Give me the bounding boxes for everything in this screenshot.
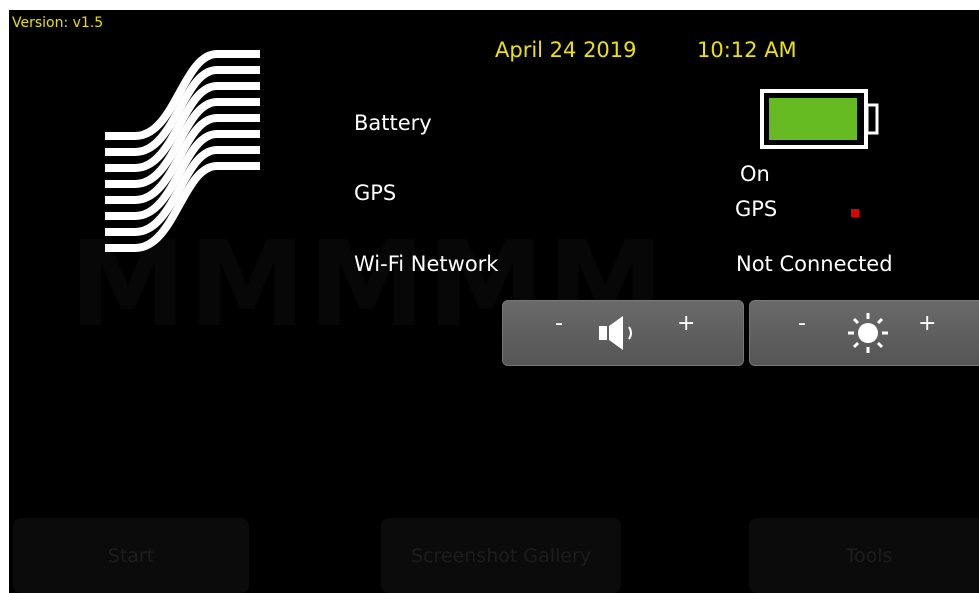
start-button[interactable]: Start [13,518,249,593]
brightness-control: - + [749,300,979,366]
tools-button[interactable]: Tools [749,518,979,593]
company-logo [105,50,260,252]
volume-up-button[interactable]: + [677,311,695,336]
brightness-down-button[interactable]: - [798,311,806,336]
gps-state-sub: GPS [735,197,778,221]
battery-full-icon [760,89,879,149]
main-screen: MMMMM Version: v1.5 April 24 2019 10:12 … [9,10,979,593]
battery-label: Battery [354,111,432,135]
volume-control: - + [502,300,744,366]
wifi-label: Wi-Fi Network [354,252,499,276]
version-label: Version: v1.5 [12,15,104,31]
gps-state: On [740,162,770,186]
sun-icon [848,313,888,353]
brightness-up-button[interactable]: + [918,311,936,336]
speaker-icon [599,316,632,350]
gps-indicator-dot [851,209,859,217]
date-display: April 24 2019 [495,38,637,62]
volume-down-button[interactable]: - [555,311,563,336]
time-display: 10:12 AM [697,38,797,62]
gps-label: GPS [354,181,397,205]
wifi-status: Not Connected [736,252,893,276]
screenshot-gallery-button[interactable]: Screenshot Gallery [381,518,621,593]
